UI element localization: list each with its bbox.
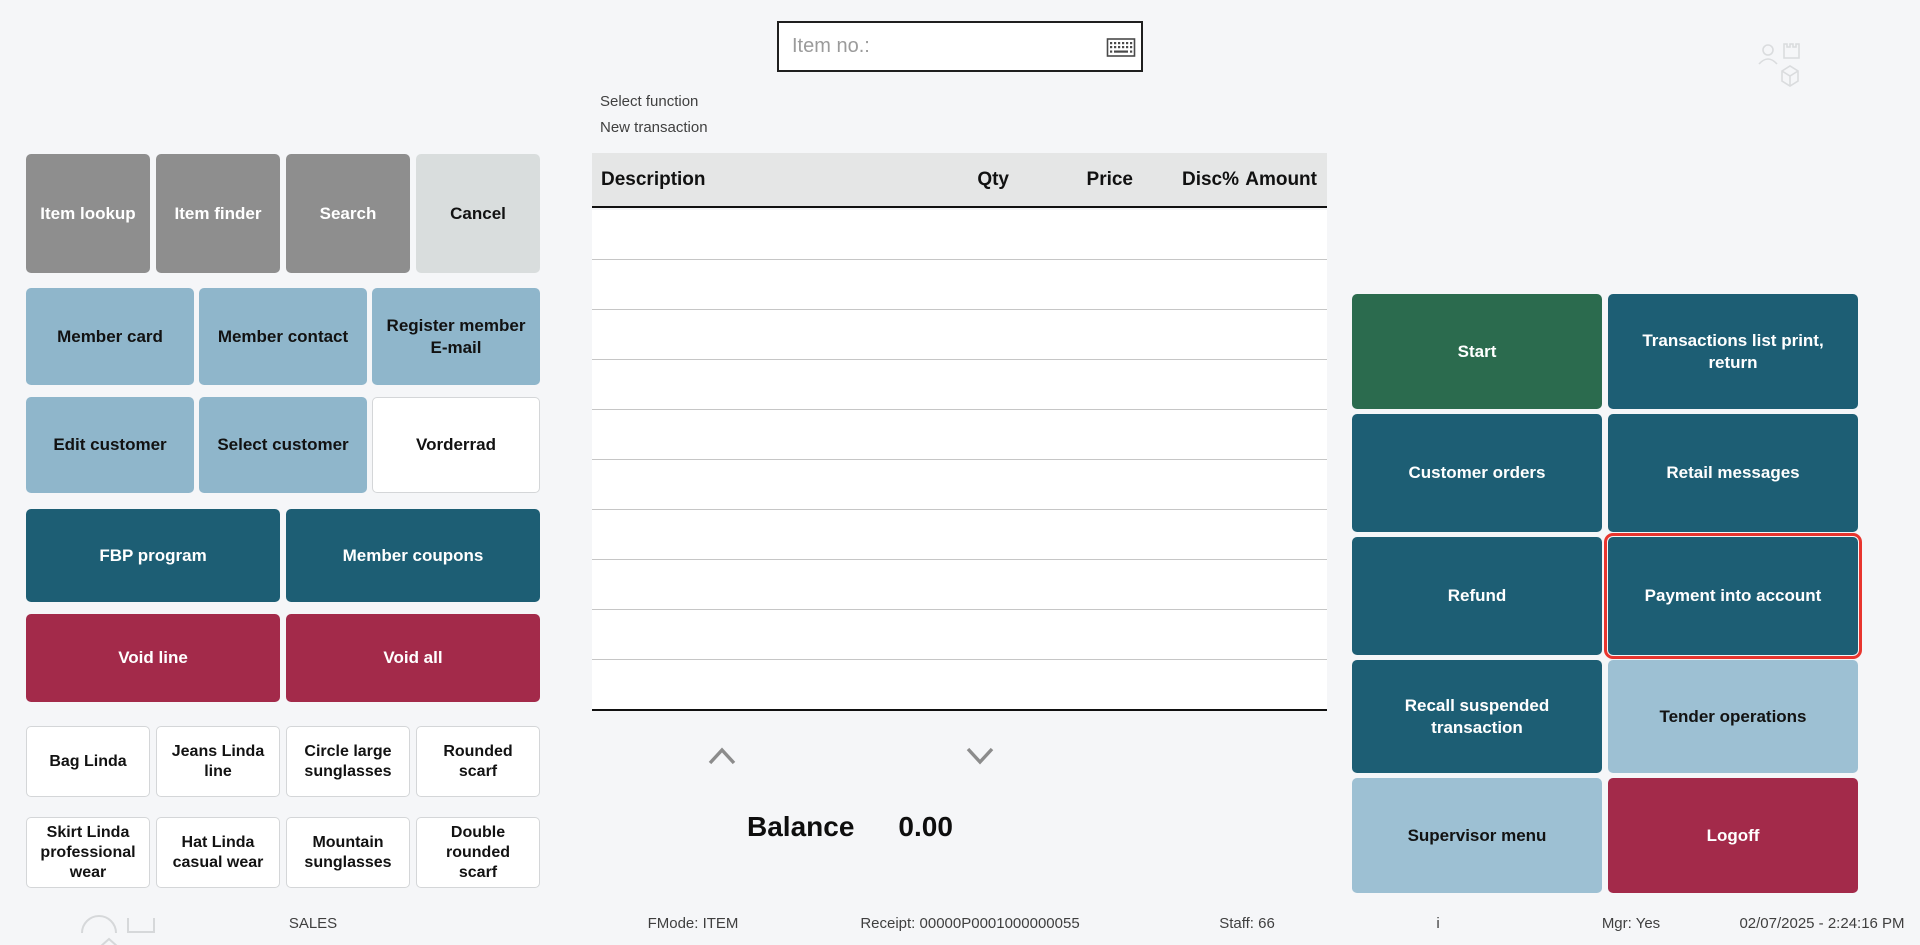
status-message-select-function: Select function bbox=[600, 93, 698, 110]
button-circle-large-sunglasses[interactable]: Circle large sunglasses bbox=[286, 726, 410, 797]
table-row bbox=[592, 360, 1327, 410]
table-row bbox=[592, 210, 1327, 260]
button-vorderrad[interactable]: Vorderrad bbox=[372, 397, 540, 493]
button-recall-suspended-transaction[interactable]: Recall suspended transaction bbox=[1352, 660, 1602, 773]
table-row bbox=[592, 660, 1327, 710]
status-datetime: 02/07/2025 - 2:24:16 PM bbox=[1737, 914, 1907, 934]
column-header-price: Price bbox=[1009, 169, 1133, 191]
balance-row: Balance 0.00 bbox=[747, 810, 953, 844]
button-payment-into-account[interactable]: Payment into account bbox=[1608, 537, 1858, 655]
button-logoff[interactable]: Logoff bbox=[1608, 778, 1858, 893]
item-number-input[interactable] bbox=[777, 21, 1143, 72]
button-member-card[interactable]: Member card bbox=[26, 288, 194, 385]
chevron-down-icon bbox=[965, 745, 995, 767]
button-rounded-scarf[interactable]: Rounded scarf bbox=[416, 726, 540, 797]
scroll-up-button[interactable] bbox=[706, 745, 738, 769]
button-tender-operations[interactable]: Tender operations bbox=[1608, 660, 1858, 773]
arc-icon bbox=[82, 916, 116, 933]
button-refund[interactable]: Refund bbox=[1352, 537, 1602, 655]
factory-icon bbox=[1784, 44, 1799, 58]
button-member-contact[interactable]: Member contact bbox=[199, 288, 367, 385]
button-cancel[interactable]: Cancel bbox=[416, 154, 540, 273]
square-icon bbox=[128, 918, 154, 932]
decorative-icons-bottom-left bbox=[62, 898, 192, 945]
column-header-qty: Qty bbox=[909, 169, 1009, 191]
table-row bbox=[592, 610, 1327, 660]
column-header-disc: Disc% bbox=[1133, 169, 1239, 191]
button-void-all[interactable]: Void all bbox=[286, 614, 540, 702]
button-supervisor-menu[interactable]: Supervisor menu bbox=[1352, 778, 1602, 893]
button-item-lookup[interactable]: Item lookup bbox=[26, 154, 150, 273]
button-hat-linda-casual-wear[interactable]: Hat Linda casual wear bbox=[156, 817, 280, 888]
diamond-icon bbox=[92, 939, 126, 945]
button-item-finder[interactable]: Item finder bbox=[156, 154, 280, 273]
status-info-indicator: i bbox=[1436, 914, 1439, 934]
button-member-coupons[interactable]: Member coupons bbox=[286, 509, 540, 602]
person-icon bbox=[1759, 45, 1777, 64]
table-row bbox=[592, 510, 1327, 560]
pos-sales-screen: Select function New transaction Descript… bbox=[0, 0, 1920, 945]
chevron-up-icon bbox=[707, 745, 737, 767]
receipt-table-header: Description Qty Price Disc% Amount bbox=[592, 153, 1327, 208]
button-jeans-linda-line[interactable]: Jeans Linda line bbox=[156, 726, 280, 797]
status-message-new-transaction: New transaction bbox=[600, 119, 708, 136]
status-register-mode: SALES bbox=[289, 914, 337, 934]
button-search[interactable]: Search bbox=[286, 154, 410, 273]
cube-icon bbox=[1782, 66, 1798, 86]
item-number-field-wrap bbox=[777, 21, 1143, 72]
status-manager: Mgr: Yes bbox=[1602, 914, 1660, 934]
button-select-customer[interactable]: Select customer bbox=[199, 397, 367, 493]
button-void-line[interactable]: Void line bbox=[26, 614, 280, 702]
button-skirt-linda-professional-wear[interactable]: Skirt Linda professional wear bbox=[26, 817, 150, 888]
button-register-member-email[interactable]: Register member E-mail bbox=[372, 288, 540, 385]
button-start[interactable]: Start bbox=[1352, 294, 1602, 409]
status-staff: Staff: 66 bbox=[1219, 914, 1275, 934]
button-double-rounded-scarf[interactable]: Double rounded scarf bbox=[416, 817, 540, 888]
status-receipt-number: Receipt: 00000P0001000000055 bbox=[860, 914, 1079, 934]
receipt-lines-area bbox=[592, 210, 1327, 711]
keyboard-icon bbox=[1106, 37, 1136, 58]
scroll-down-button[interactable] bbox=[964, 745, 996, 769]
button-customer-orders[interactable]: Customer orders bbox=[1352, 414, 1602, 532]
balance-label: Balance bbox=[747, 810, 854, 844]
table-row bbox=[592, 460, 1327, 510]
column-header-amount: Amount bbox=[1239, 169, 1317, 191]
button-edit-customer[interactable]: Edit customer bbox=[26, 397, 194, 493]
decorative-icons-top-right bbox=[1755, 38, 1827, 100]
button-retail-messages[interactable]: Retail messages bbox=[1608, 414, 1858, 532]
table-row bbox=[592, 260, 1327, 310]
table-row bbox=[592, 310, 1327, 360]
table-row bbox=[592, 410, 1327, 460]
button-bag-linda[interactable]: Bag Linda bbox=[26, 726, 150, 797]
column-header-description: Description bbox=[601, 169, 909, 191]
button-transactions-list-print-return[interactable]: Transactions list print, return bbox=[1608, 294, 1858, 409]
button-fbp-program[interactable]: FBP program bbox=[26, 509, 280, 602]
button-mountain-sunglasses[interactable]: Mountain sunglasses bbox=[286, 817, 410, 888]
balance-value: 0.00 bbox=[898, 810, 953, 844]
status-fmode: FMode: ITEM bbox=[648, 914, 739, 934]
table-row bbox=[592, 560, 1327, 610]
